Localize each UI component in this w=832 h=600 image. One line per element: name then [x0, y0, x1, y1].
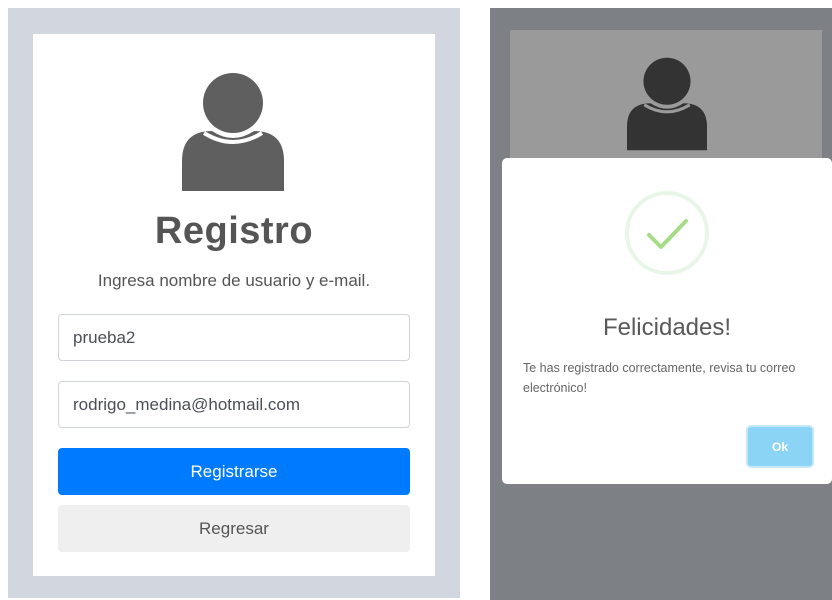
user-icon — [182, 73, 284, 191]
email-input[interactable] — [58, 381, 410, 428]
checkmark-icon — [647, 219, 688, 249]
ok-button[interactable]: Ok — [746, 425, 814, 468]
page-subtitle: Ingresa nombre de usuario y e-mail. — [97, 271, 371, 290]
user-icon — [627, 57, 707, 151]
register-button[interactable]: Registrarse — [58, 448, 410, 495]
success-check-icon — [625, 191, 709, 275]
back-button[interactable]: Regresar — [58, 505, 410, 552]
dialog-title: Felicidades! — [602, 314, 732, 341]
page-title: Registro — [154, 210, 314, 252]
username-input[interactable] — [58, 314, 410, 361]
dialog-message: Te has registrado correctamente, revisa … — [523, 361, 796, 395]
